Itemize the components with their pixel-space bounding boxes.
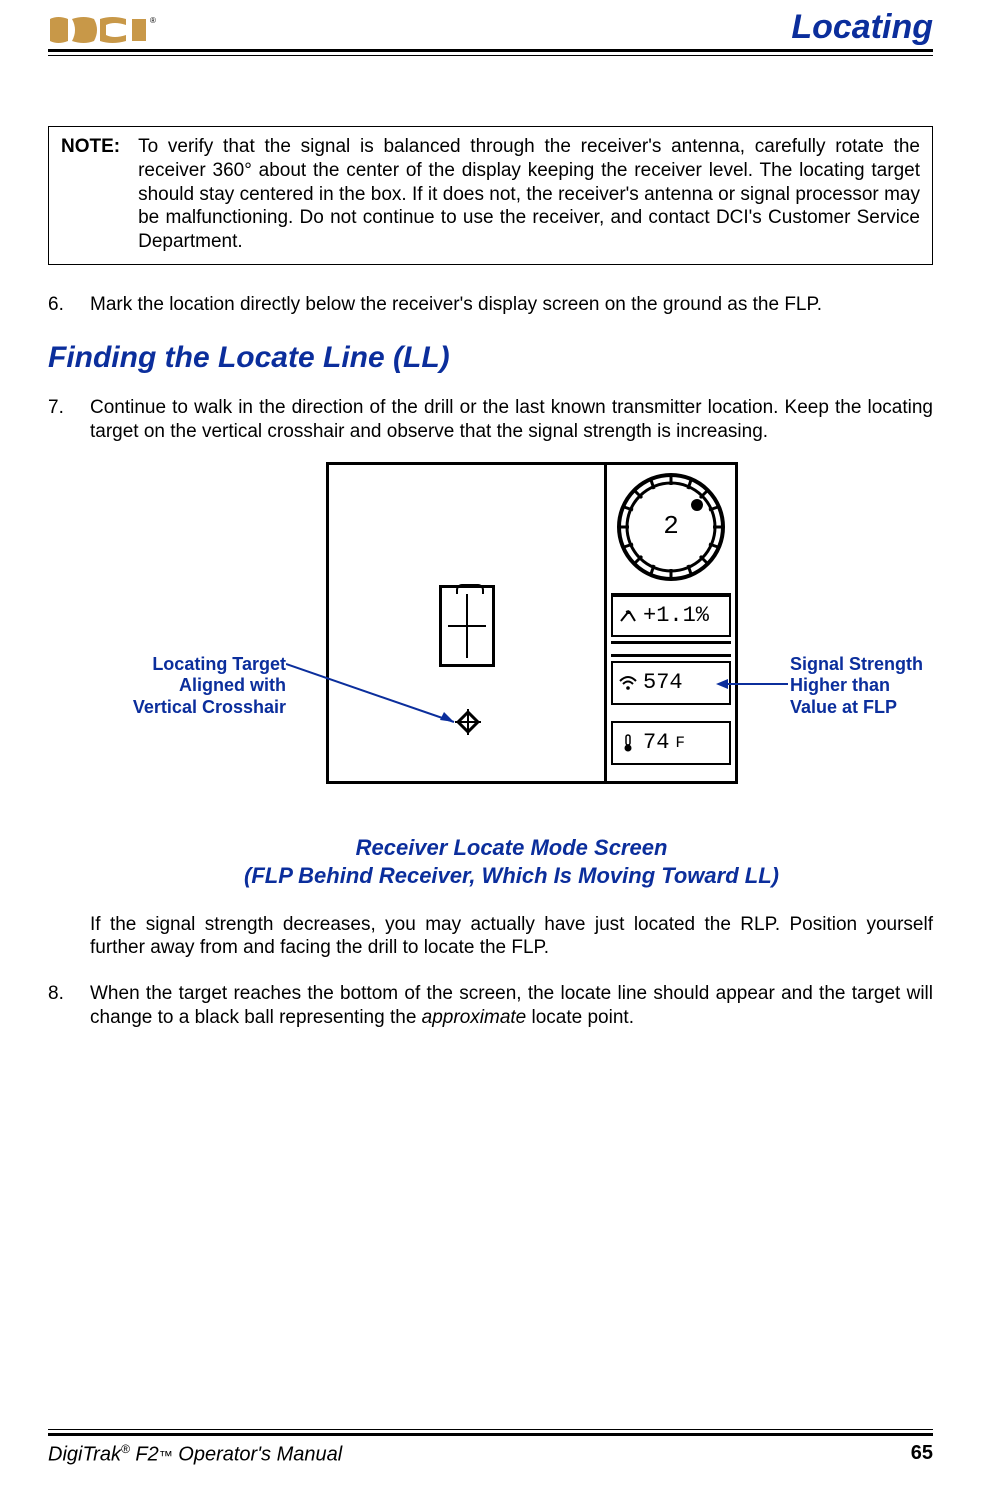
- callout-signal-strength: Signal Strength Higher than Value at FLP: [790, 654, 981, 719]
- header-rule-thick: [48, 49, 933, 52]
- signal-readout: 574: [611, 661, 731, 705]
- step-7: 7. Continue to walk in the direction of …: [48, 396, 933, 960]
- page-header: ® Locating: [48, 0, 933, 47]
- callout-locating-target: Locating Target Aligned with Vertical Cr…: [76, 654, 286, 719]
- footer-rule-thin: [48, 1429, 933, 1430]
- step-number: 8.: [48, 982, 70, 1030]
- step-text: Mark the location directly below the rec…: [90, 293, 933, 317]
- receiver-box-icon: [439, 585, 495, 667]
- temperature-value: 74: [643, 729, 669, 757]
- device-screen: 2 +1.1%: [326, 462, 738, 784]
- screen-right-panel: 2 +1.1%: [607, 465, 735, 781]
- note-box: NOTE: To verify that the signal is balan…: [48, 126, 933, 265]
- figure-caption: Receiver Locate Mode Screen (FLP Behind …: [90, 834, 933, 891]
- screen-left-panel: [329, 465, 607, 781]
- thermometer-icon: [619, 734, 637, 752]
- panel-divider: [611, 641, 731, 657]
- pitch-icon: [619, 607, 637, 625]
- note-label: NOTE:: [61, 135, 128, 254]
- step-6: 6. Mark the location directly below the …: [48, 293, 933, 317]
- locate-screen-figure: 2 +1.1%: [90, 462, 933, 822]
- step-8: 8. When the target reaches the bottom of…: [48, 982, 933, 1030]
- signal-icon: [619, 674, 637, 692]
- footer-rule-thick: [48, 1433, 933, 1436]
- step-7-followup: If the signal strength decreases, you ma…: [90, 913, 933, 961]
- subsection-heading: Finding the Locate Line (LL): [48, 339, 933, 377]
- section-title: Locating: [791, 8, 933, 47]
- pitch-readout: +1.1%: [611, 593, 731, 637]
- footer-product: DigiTrak® F2™ Operator's Manual: [48, 1442, 342, 1467]
- pitch-value: +1.1%: [643, 602, 709, 630]
- svg-text:®: ®: [150, 16, 156, 25]
- clock-face-icon: 2: [615, 471, 727, 583]
- step-text: When the target reaches the bottom of th…: [90, 982, 933, 1030]
- note-text: To verify that the signal is balanced th…: [138, 135, 920, 254]
- page-footer: DigiTrak® F2™ Operator's Manual 65: [48, 1429, 933, 1467]
- page-number: 65: [911, 1442, 933, 1467]
- temperature-readout: 74 F: [611, 721, 731, 765]
- dci-logo: ®: [48, 13, 160, 47]
- temperature-unit: F: [675, 733, 685, 753]
- step-number: 6.: [48, 293, 70, 317]
- clock-position-value: 2: [615, 471, 727, 583]
- signal-value: 574: [643, 669, 683, 697]
- locating-target-icon: [455, 709, 481, 735]
- step-number: 7.: [48, 396, 70, 960]
- step-text: Continue to walk in the direction of the…: [90, 396, 933, 444]
